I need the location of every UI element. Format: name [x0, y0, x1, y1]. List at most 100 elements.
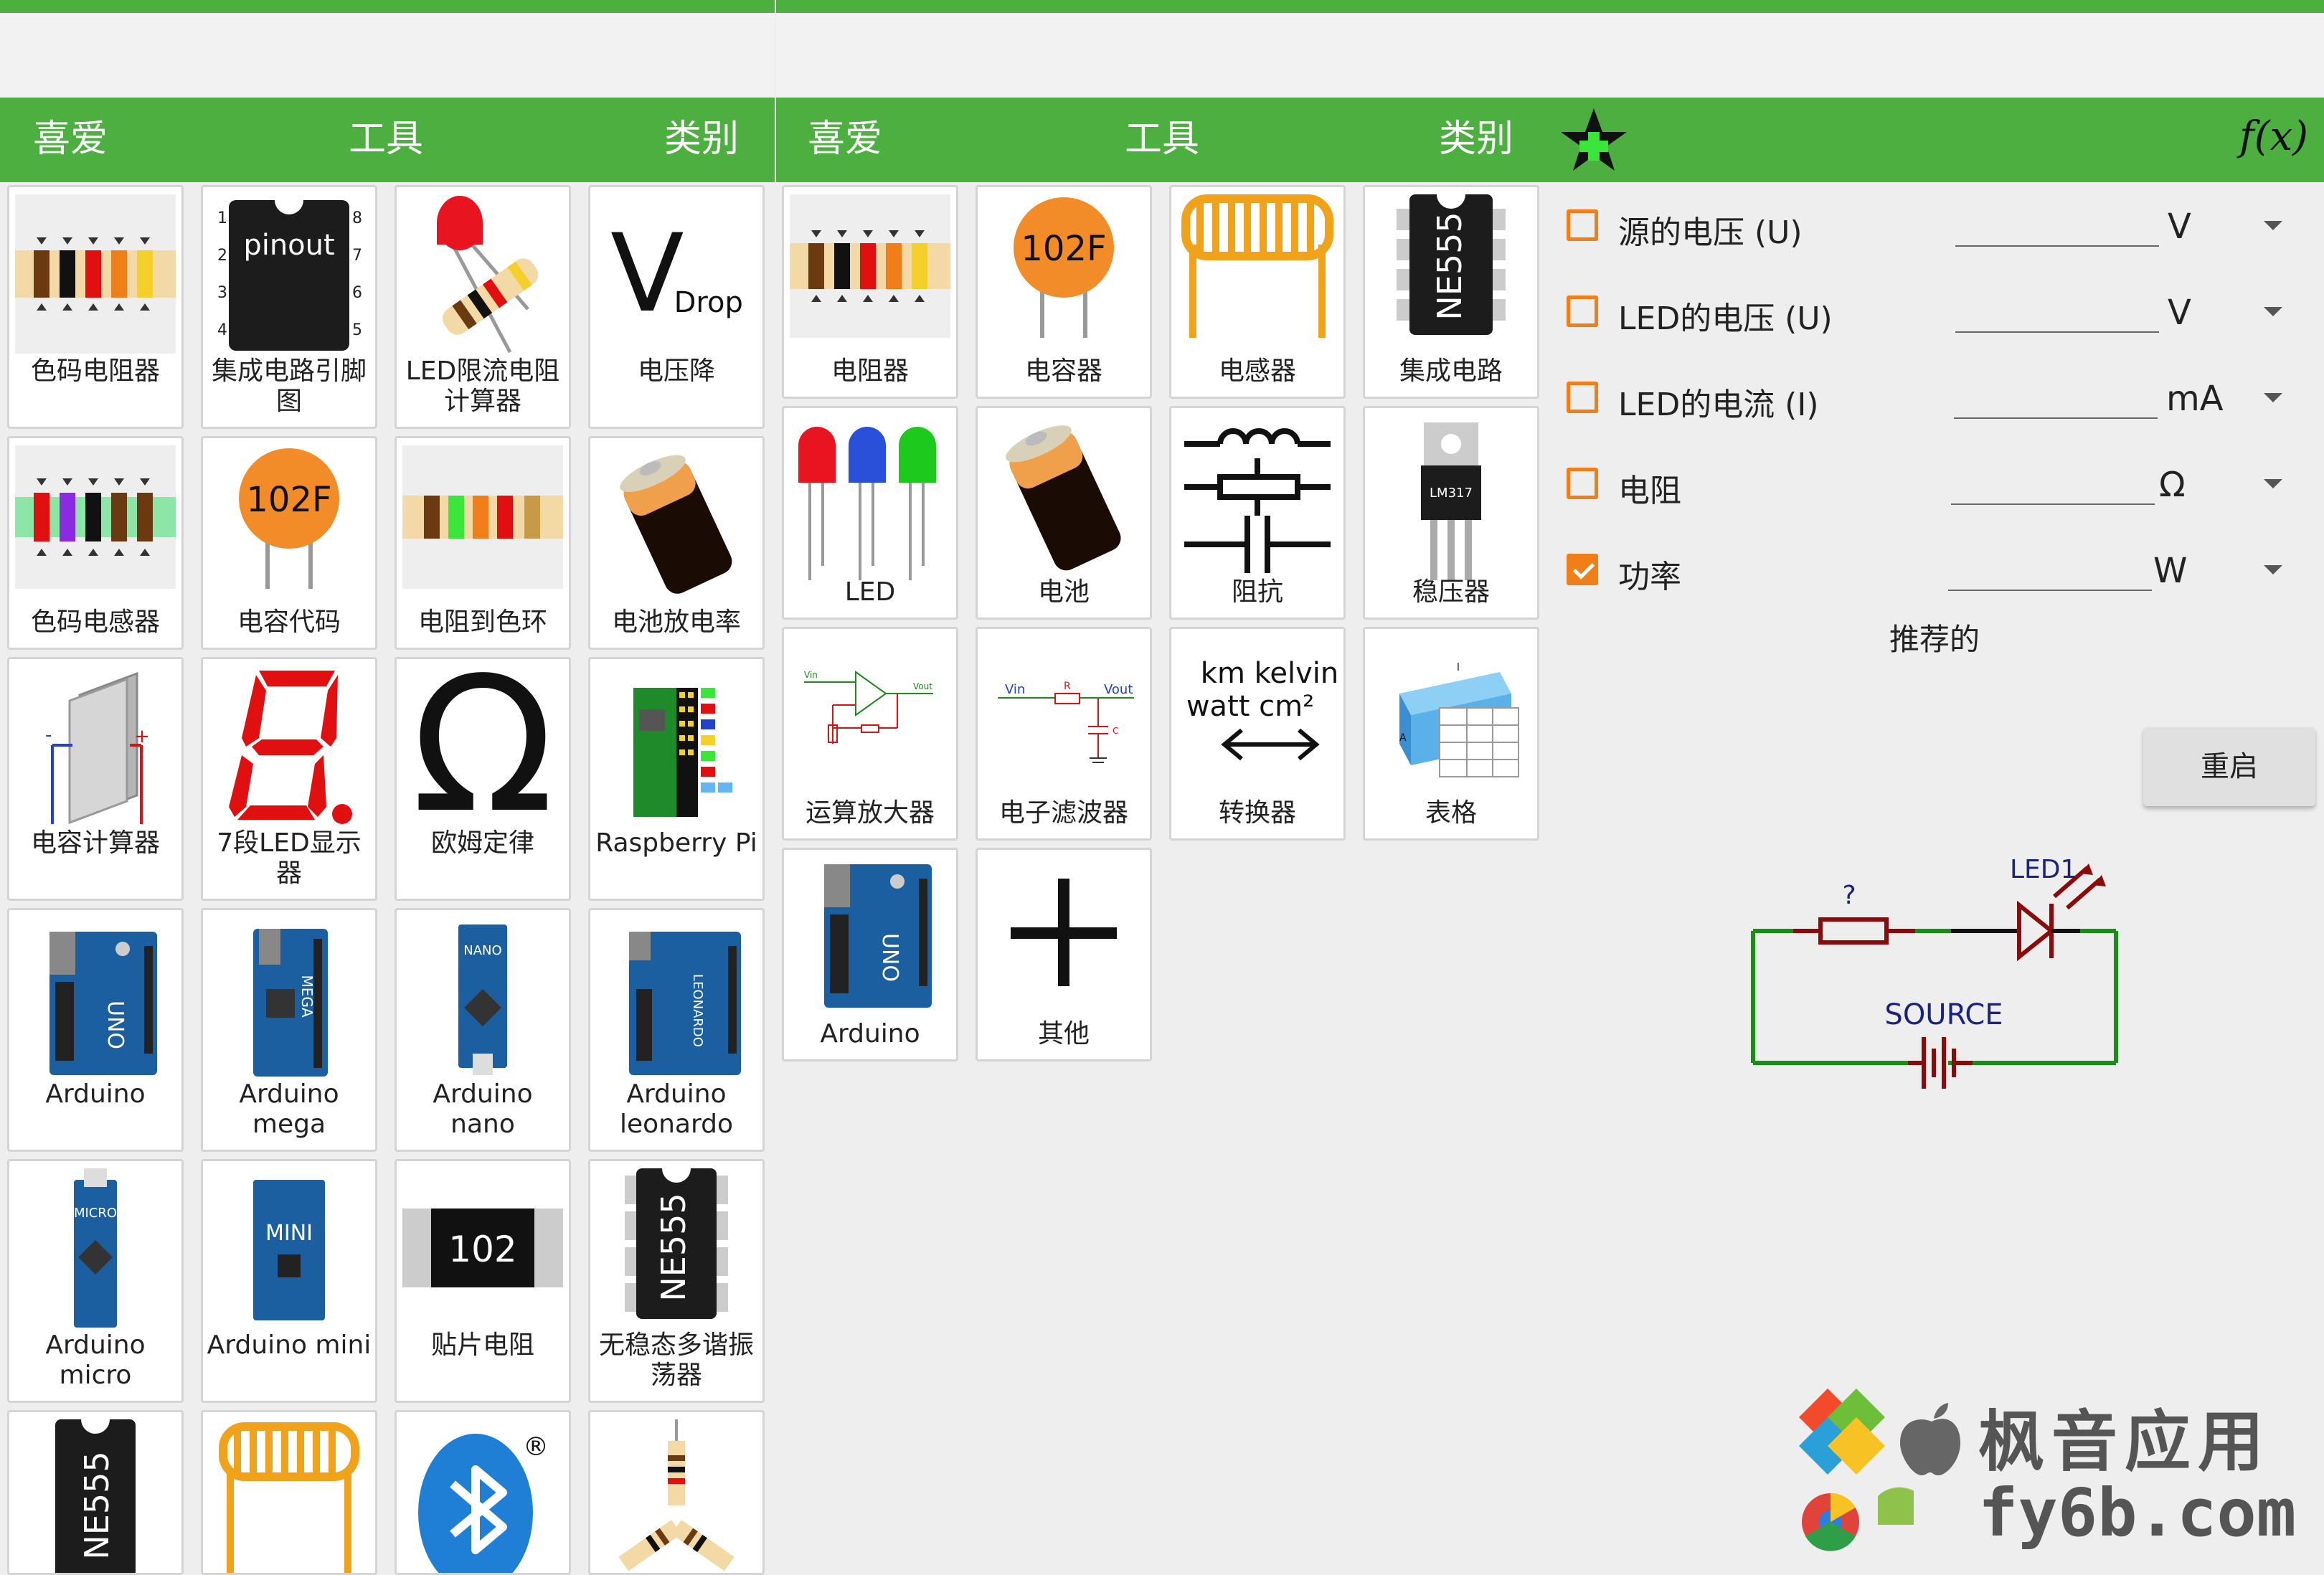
- chevron-down-icon[interactable]: [2264, 393, 2282, 402]
- tab-tools-2[interactable]: 工具: [1125, 116, 1199, 162]
- svg-text:LM317: LM317: [1430, 486, 1473, 501]
- tile-battery[interactable]: 电池: [976, 406, 1152, 620]
- tile-label: LED: [844, 577, 896, 607]
- tile-resistor-network[interactable]: [588, 1410, 765, 1575]
- svg-text:UNO: UNO: [877, 933, 902, 982]
- chevron-down-icon[interactable]: [2264, 565, 2282, 574]
- tile-arduino-nano[interactable]: NANO Arduino nano: [395, 908, 571, 1152]
- svg-text:UNO: UNO: [103, 1001, 128, 1049]
- tile-converter[interactable]: km kelvin watt cm² 转换器: [1169, 627, 1346, 841]
- checkbox-resistance[interactable]: [1567, 468, 1598, 499]
- tile-label: 电池: [1037, 577, 1090, 607]
- formula-button[interactable]: f(x): [2239, 113, 2308, 160]
- tile-capacitor-code[interactable]: 102F 电容代码: [201, 436, 377, 650]
- tile-coil[interactable]: [201, 1410, 377, 1575]
- tile-ohm-law[interactable]: Ω 欧姆定律: [395, 657, 571, 901]
- chevron-down-icon[interactable]: [2264, 479, 2282, 488]
- tile-filter[interactable]: Vin R Vout C 电子滤波器: [976, 627, 1152, 841]
- tile-label: Arduino mega: [239, 1079, 339, 1139]
- svg-text:SOURCE: SOURCE: [1884, 998, 2003, 1031]
- tile-voltage-regulator[interactable]: LM317 稳压器: [1363, 406, 1539, 620]
- tile-arduino[interactable]: UNO Arduino: [782, 848, 958, 1061]
- tile-resistor[interactable]: 电阻器: [782, 185, 958, 399]
- checkbox-led-current[interactable]: [1567, 382, 1598, 413]
- capacitor-code-icon: 102F: [209, 445, 369, 589]
- svg-text:Vout: Vout: [1104, 682, 1133, 697]
- source-voltage-input[interactable]: [1955, 245, 2159, 247]
- svg-text:1: 1: [217, 209, 227, 227]
- tile-arduino-uno[interactable]: UNO Arduino: [7, 908, 184, 1152]
- svg-text:pinout: pinout: [243, 229, 334, 262]
- tile-arduino-leonardo[interactable]: LEONARDO Arduino leonardo: [588, 908, 765, 1152]
- arduino-uno-icon: UNO: [15, 917, 176, 1077]
- tile-arduino-micro[interactable]: MICRO Arduino micro: [7, 1159, 184, 1403]
- tile-led-resistor[interactable]: LED限流电阻计算器: [395, 185, 571, 429]
- plus-icon: [983, 857, 1144, 1016]
- tile-table[interactable]: Al 表格: [1363, 627, 1539, 841]
- tile-arduino-mini[interactable]: MINI Arduino mini: [201, 1159, 377, 1403]
- coil-icon: [209, 1419, 369, 1573]
- chevron-down-icon[interactable]: [2264, 221, 2282, 230]
- led-current-input[interactable]: [1954, 417, 2158, 419]
- arduino-mini-icon: MINI: [209, 1168, 369, 1328]
- tile-resistor-to-color[interactable]: 电阻到色环: [395, 436, 571, 650]
- row-resistance: 电阻 Ω: [1564, 449, 2310, 521]
- tile-voltage-drop[interactable]: V Drop 电压降: [588, 185, 765, 429]
- tile-label: 转换器: [1218, 798, 1296, 828]
- tile-ne555[interactable]: NE555: [7, 1410, 184, 1575]
- tile-capacitor-calculator[interactable]: - + 电容计算器: [7, 657, 184, 901]
- filter-icon: Vin R Vout C: [983, 636, 1144, 787]
- tile-ic-pinout[interactable]: pinout 1 2 3 4 8 7 6 5 集成电路引脚图: [201, 185, 377, 429]
- tile-label: 电压降: [637, 356, 715, 386]
- tile-label: 电感器: [1218, 356, 1296, 386]
- tile-arduino-mega[interactable]: MEGA Arduino mega: [201, 908, 377, 1152]
- tab-categories-2[interactable]: 类别: [1439, 116, 1513, 162]
- checkbox-power[interactable]: [1567, 554, 1598, 585]
- tile-seven-segment[interactable]: 7段LED显示器: [201, 657, 377, 901]
- smd-resistor-icon: 102: [402, 1168, 563, 1328]
- tile-label: 电容代码: [237, 607, 341, 637]
- tile-smd-resistor[interactable]: 102 贴片电阻: [395, 1159, 571, 1403]
- tab-favorites[interactable]: 喜爱: [33, 116, 108, 162]
- tile-battery-discharge[interactable]: 电池放电率: [588, 436, 765, 650]
- tile-other[interactable]: 其他: [976, 848, 1152, 1061]
- unit-label: V: [2168, 207, 2191, 247]
- svg-text:R: R: [1064, 681, 1071, 692]
- tile-impedance[interactable]: 阻抗: [1169, 406, 1346, 620]
- tab-categories[interactable]: 类别: [664, 116, 739, 162]
- tile-label: 运算放大器: [805, 798, 935, 828]
- voltage-regulator-icon: LM317: [1371, 415, 1531, 580]
- ohm-law-icon: Ω: [411, 657, 554, 854]
- svg-text:Vin: Vin: [1005, 682, 1025, 697]
- svg-text:3: 3: [217, 284, 227, 302]
- tile-inductor-color[interactable]: 色码电感器: [7, 436, 184, 650]
- tile-resistor-color[interactable]: 色码电阻器: [7, 185, 184, 429]
- tile-op-amp[interactable]: Vin Vout 运算放大器: [782, 627, 958, 841]
- tile-bluetooth[interactable]: ®: [395, 1410, 571, 1575]
- favorite-star-icon[interactable]: [1558, 105, 1630, 176]
- tile-capacitor[interactable]: 102F 电容器: [976, 185, 1152, 399]
- resistor-color-code-icon: [15, 194, 176, 354]
- led-voltage-input[interactable]: [1955, 331, 2159, 333]
- chevron-down-icon[interactable]: [2264, 307, 2282, 316]
- tile-led[interactable]: LED: [782, 406, 958, 620]
- tab-favorites-2[interactable]: 喜爱: [808, 116, 882, 162]
- power-input[interactable]: [1948, 590, 2152, 591]
- arduino-leonardo-icon: LEONARDO: [596, 917, 757, 1077]
- tile-astable-multivibrator[interactable]: NE555 无稳态多谐振荡器: [588, 1159, 765, 1403]
- resistance-input[interactable]: [1951, 503, 2155, 505]
- inductor-color-code-icon: [15, 445, 176, 589]
- checkbox-led-voltage[interactable]: [1567, 295, 1598, 327]
- reset-button[interactable]: 重启: [2143, 727, 2315, 806]
- resistor-to-color-icon: [402, 445, 563, 589]
- status-strip-right: [776, 0, 2324, 13]
- tab-tools[interactable]: 工具: [349, 116, 423, 162]
- unit-label: mA: [2166, 379, 2224, 419]
- svg-text:5: 5: [352, 321, 362, 339]
- tile-inductor[interactable]: 电感器: [1169, 185, 1346, 399]
- tile-raspberry-pi[interactable]: Raspberry Pi: [588, 657, 765, 901]
- checkbox-source-voltage[interactable]: [1567, 209, 1598, 241]
- tile-integrated-circuit[interactable]: NE555 集成电路: [1363, 185, 1539, 399]
- svg-text:6: 6: [352, 284, 362, 302]
- led-icon: [790, 415, 950, 580]
